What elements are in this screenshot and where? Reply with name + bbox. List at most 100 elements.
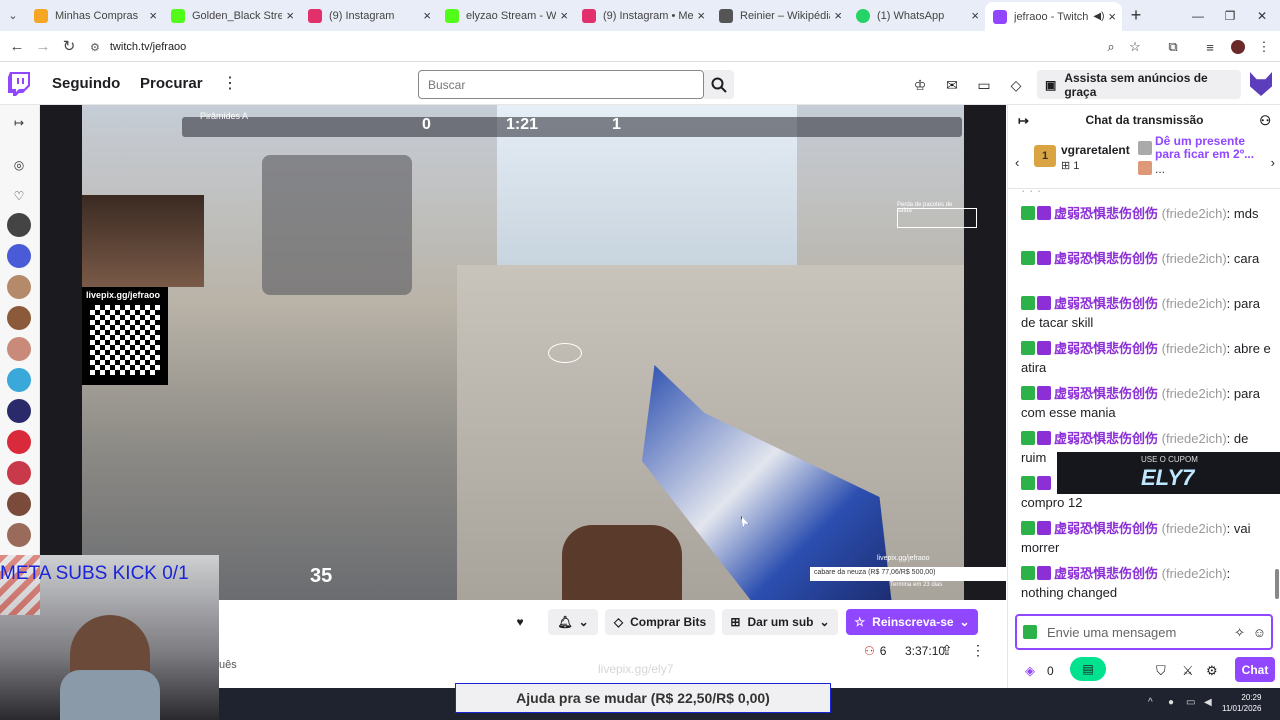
more-menu-icon[interactable]: ⋮ xyxy=(222,73,238,93)
scrollbar-thumb[interactable] xyxy=(1275,569,1279,599)
channel-avatar[interactable] xyxy=(7,244,31,268)
tab-search-dropdown[interactable]: ⌄ xyxy=(0,0,26,31)
share-icon[interactable]: ⇪ xyxy=(941,642,953,659)
chevron-down-icon: ⌄ xyxy=(959,615,970,629)
user-avatar[interactable] xyxy=(1250,72,1272,96)
browser-tab[interactable]: (1) WhatsApp × xyxy=(848,0,985,31)
claim-bonus-button[interactable]: ▤ xyxy=(1070,657,1106,681)
new-tab-button[interactable]: + xyxy=(1122,5,1150,26)
close-tab-icon[interactable]: × xyxy=(1108,9,1116,24)
top-gifter-name[interactable]: vgraretalent xyxy=(1061,143,1130,157)
bookmark-star-icon[interactable]: ☆ xyxy=(1124,36,1146,58)
back-icon[interactable]: ← xyxy=(4,31,30,62)
chat-message: 虚弱恐惧悲伤创伤 (friede2ich): cara xyxy=(1021,249,1271,268)
emote-picker-icon[interactable]: ☺ xyxy=(1253,625,1266,640)
follow-heart-button[interactable]: ♥ xyxy=(505,609,535,635)
forward-icon[interactable]: → xyxy=(30,31,56,62)
channel-avatar[interactable] xyxy=(7,337,31,361)
chevron-right-icon[interactable]: › xyxy=(1271,155,1275,170)
notifications-button[interactable]: 🔔︎ ⌄ xyxy=(548,609,598,635)
close-tab-icon[interactable]: × xyxy=(834,8,842,23)
channel-avatar[interactable] xyxy=(7,461,31,485)
chat-scrollbar[interactable] xyxy=(1275,189,1279,609)
minimize-icon[interactable]: — xyxy=(1180,0,1216,31)
browser-tab[interactable]: (9) Instagram • Mensa× xyxy=(574,0,711,31)
following-heart-icon[interactable]: ♡ xyxy=(8,185,30,207)
close-tab-icon[interactable]: × xyxy=(971,8,979,23)
viewer-icon: ⚇ xyxy=(864,644,875,658)
prime-crown-icon[interactable]: ♔ xyxy=(910,75,930,95)
close-tab-icon[interactable]: × xyxy=(423,8,431,23)
community-icon[interactable]: ⚇ xyxy=(1259,113,1271,129)
more-options-icon[interactable]: ⋮ xyxy=(971,642,985,659)
badge-icon xyxy=(1021,341,1035,355)
chevron-left-icon[interactable]: ‹ xyxy=(1015,155,1019,170)
nav-browse[interactable]: Procurar xyxy=(140,75,203,92)
chat-input[interactable]: Envie uma mensagem ✧ ☺ xyxy=(1015,614,1273,650)
for-you-icon[interactable]: ◎ xyxy=(8,154,30,176)
browser-tab[interactable]: elyzao Stream - Watc× xyxy=(437,0,574,31)
browser-tab[interactable]: Minhas Compras × xyxy=(26,0,163,31)
gift-sub-button[interactable]: ⊞ Dar um sub ⌄ xyxy=(722,609,838,635)
donation-goal-bar: Ajuda pra se mudar (R$ 22,50/R$ 0,00) xyxy=(455,683,831,713)
channel-avatar[interactable] xyxy=(7,368,31,392)
send-chat-button[interactable]: Chat xyxy=(1235,657,1275,682)
collapse-chat-icon[interactable]: ↦ xyxy=(1018,113,1029,129)
video-player[interactable]: 0 1:21 1 Pirâmides A Perda de pacotes de… xyxy=(40,105,1006,600)
zoom-icon[interactable]: ⌕ xyxy=(1100,36,1122,58)
tray-arrow-icon[interactable]: ^ xyxy=(1148,697,1153,708)
channel-avatar[interactable] xyxy=(7,430,31,454)
gift-cta-text[interactable]: Dê um presente para ficar em 2º... xyxy=(1155,135,1255,161)
nav-following[interactable]: Seguindo xyxy=(52,75,120,92)
donate-bar: cabare da neuza (R$ 77,06/R$ 500,00) xyxy=(810,567,1006,581)
search-button[interactable] xyxy=(704,70,734,99)
channel-avatar[interactable] xyxy=(7,399,31,423)
mic-icon[interactable]: ● xyxy=(1168,697,1174,708)
sparkle-icon[interactable]: ✧ xyxy=(1234,625,1245,641)
close-tab-icon[interactable]: × xyxy=(560,8,568,23)
network-icon[interactable]: ▭ xyxy=(1186,697,1195,708)
close-tab-icon[interactable]: × xyxy=(697,8,705,23)
tab-favicon-icon xyxy=(856,8,870,23)
tab-favicon-icon xyxy=(582,8,596,23)
browser-tab-active[interactable]: jefraoo - Twitch ◀) × xyxy=(985,2,1122,31)
twitch-logo-icon[interactable] xyxy=(8,72,30,96)
browser-tab[interactable]: (9) Instagram × xyxy=(300,0,437,31)
shield-icon[interactable]: ⛉ xyxy=(1156,663,1166,679)
channel-avatar[interactable] xyxy=(7,213,31,237)
close-window-icon[interactable]: ✕ xyxy=(1244,0,1280,31)
url-field[interactable]: ⚙ twitch.tv/jefraoo xyxy=(90,36,1150,58)
sword-icon[interactable]: ⚔ xyxy=(1182,663,1194,679)
channel-avatar[interactable] xyxy=(7,492,31,516)
channel-avatar[interactable] xyxy=(7,275,31,299)
channel-avatar[interactable] xyxy=(7,523,31,547)
whispers-icon[interactable]: ▭ xyxy=(974,75,994,95)
channel-avatar[interactable] xyxy=(7,306,31,330)
close-tab-icon[interactable]: × xyxy=(286,8,294,23)
webcam-overlay: META SUBS KICK 0/1 xyxy=(0,555,219,720)
speaker-icon[interactable]: ◀) xyxy=(1093,11,1104,22)
restore-icon[interactable]: ❐ xyxy=(1212,0,1248,31)
media-control-icon[interactable]: ≡ xyxy=(1199,36,1221,58)
browser-tab[interactable]: Golden_Black Stream× xyxy=(163,0,300,31)
bits-icon[interactable]: ◇ xyxy=(1006,75,1026,95)
channel-points-icon[interactable]: ◈ xyxy=(1025,663,1035,679)
browser-menu-icon[interactable]: ⋮ xyxy=(1253,36,1275,58)
extensions-icon[interactable]: ⧉ xyxy=(1162,36,1184,58)
language-tag[interactable]: uês xyxy=(219,659,237,671)
site-info-icon[interactable]: ⚙ xyxy=(90,41,100,54)
gear-icon[interactable]: ⚙ xyxy=(1206,663,1218,679)
volume-icon[interactable]: ◀ xyxy=(1204,697,1212,708)
taskbar-clock[interactable]: 20:29 11/01/2026 xyxy=(1222,692,1261,714)
reload-icon[interactable]: ↻ xyxy=(56,31,82,62)
close-tab-icon[interactable]: × xyxy=(149,8,157,23)
profile-avatar[interactable] xyxy=(1227,36,1249,58)
expand-sidebar-icon[interactable]: ↦ xyxy=(8,112,30,134)
resubscribe-button[interactable]: ☆ Reinscreva-se ⌄ xyxy=(846,609,978,635)
buy-bits-button[interactable]: ◇ Comprar Bits xyxy=(605,609,715,635)
adfree-button[interactable]: ▣ Assista sem anúncios de graça xyxy=(1037,70,1241,99)
inbox-icon[interactable]: ✉ xyxy=(942,75,962,95)
hud-left-score: 0 xyxy=(422,116,431,133)
browser-tab[interactable]: Reinier – Wikipédia, a× xyxy=(711,0,848,31)
search-input[interactable]: Buscar xyxy=(418,70,704,99)
